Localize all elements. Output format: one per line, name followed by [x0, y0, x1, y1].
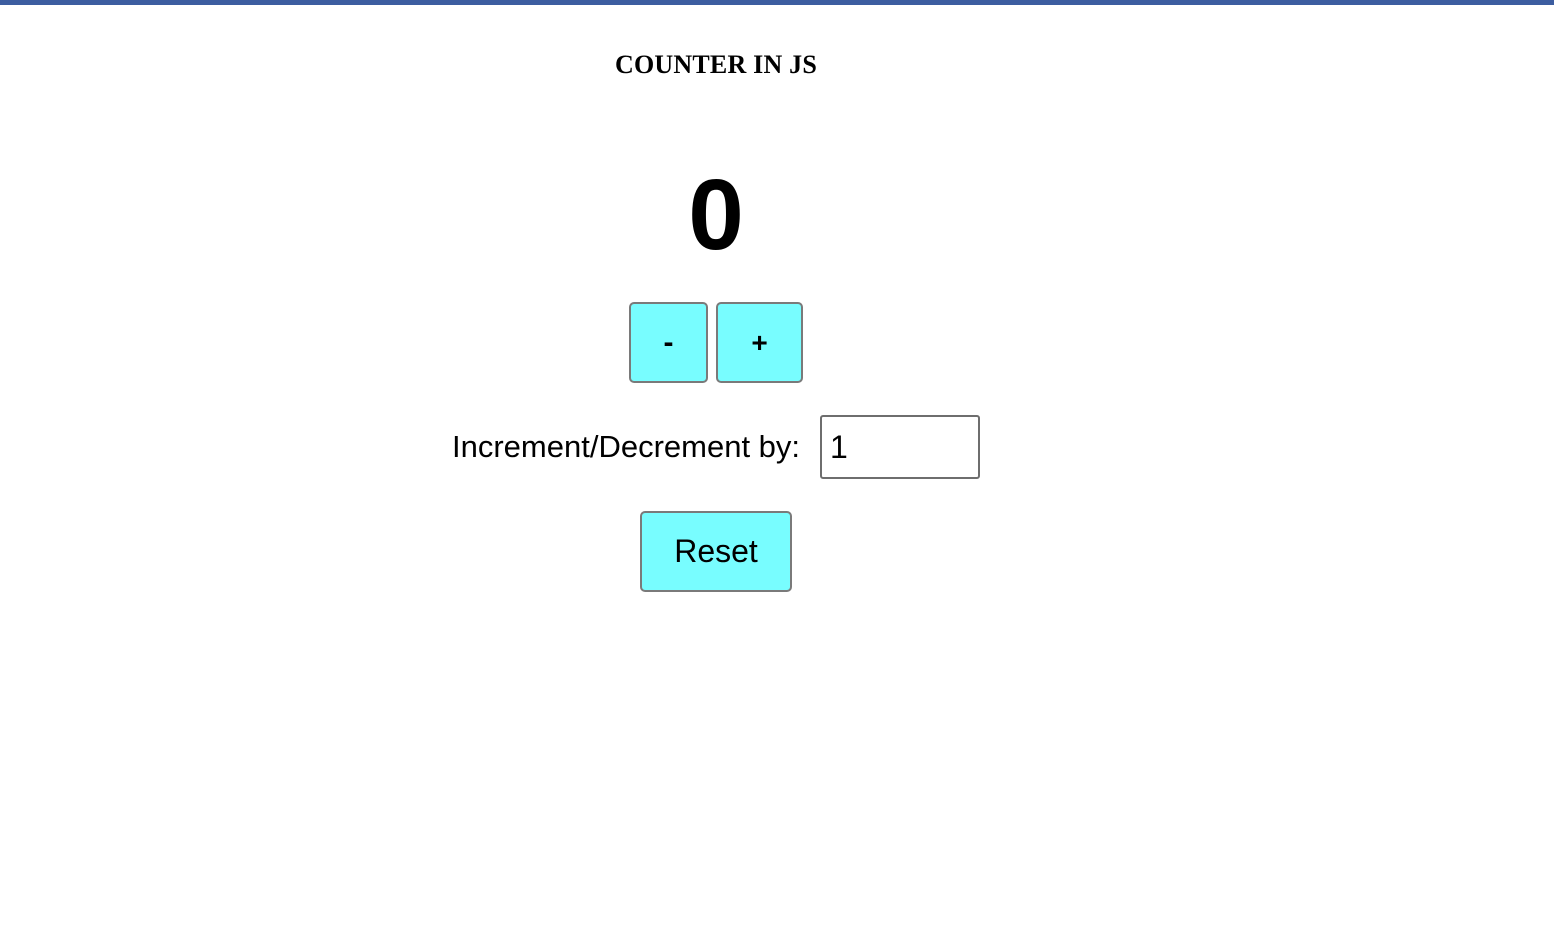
- step-label: Increment/Decrement by:: [452, 429, 801, 464]
- step-input[interactable]: [820, 415, 980, 479]
- counter-value: 0: [688, 159, 744, 271]
- top-accent-bar: [0, 0, 1554, 5]
- decrement-button[interactable]: -: [629, 302, 708, 383]
- counter-app: COUNTER IN JS 0 - + Increment/Decrement …: [0, 0, 1554, 926]
- reset-button[interactable]: Reset: [640, 511, 792, 592]
- page-title: COUNTER IN JS: [615, 50, 817, 79]
- increment-button[interactable]: +: [716, 302, 803, 383]
